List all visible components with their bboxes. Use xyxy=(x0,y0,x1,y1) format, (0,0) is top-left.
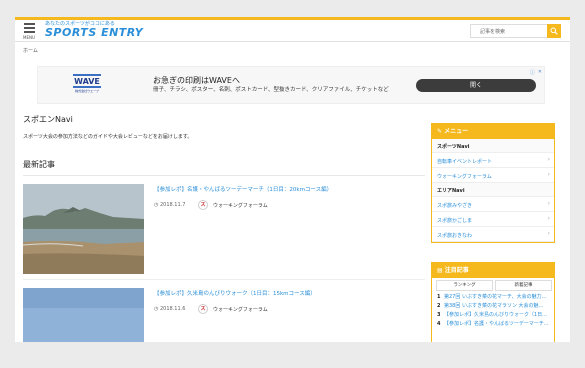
section-description: スポーツ大会の参加方法などのガイドや大会レビューなどをお届けします。 xyxy=(23,134,193,140)
site-name: SPORTS ENTRY xyxy=(45,26,144,39)
ad-logo-sub: 株式会社ウエーブ xyxy=(75,89,99,93)
ad-logo: WAVE 株式会社ウエーブ xyxy=(73,74,101,98)
article-title[interactable]: 【参加レポ】名護・やんばるツーデーマーチ（1日目：20kmコース編） xyxy=(154,185,424,193)
article-date-text: 2018.11.7 xyxy=(159,202,186,208)
ad-logo-text: WAVE xyxy=(74,77,100,86)
category-icon: ス xyxy=(198,304,208,314)
popular-rank: 3 xyxy=(437,312,441,318)
hamburger-icon-bar xyxy=(23,27,35,29)
chevron-right-icon: › xyxy=(547,156,550,163)
site-logo[interactable]: あなたのスポーツがココにある SPORTS ENTRY xyxy=(45,21,175,41)
sidebar-link-label: スポ旅みやざき xyxy=(437,203,473,209)
category-icon: ス xyxy=(198,200,208,210)
article-category[interactable]: ウォーキングフォーラム xyxy=(213,306,268,313)
article-date-text: 2018.11.6 xyxy=(159,306,186,312)
article-title[interactable]: 【参加レポ】久米島のんびりウォーク（1日目：15kmコース編） xyxy=(154,289,424,297)
tab-new-articles[interactable]: 新着記事 xyxy=(495,280,552,291)
ad-close-icon[interactable]: ✕ xyxy=(538,69,542,75)
hamburger-menu-button[interactable]: MENU xyxy=(22,22,36,40)
ad-banner[interactable]: WAVE 株式会社ウエーブ お急ぎの印刷はWAVEへ 冊子、チラシ、ポスター、名… xyxy=(37,66,545,104)
popular-rank: 2 xyxy=(437,303,441,309)
article-thumbnail[interactable] xyxy=(23,184,144,274)
sidebar-group-label: エリアNavi xyxy=(432,183,554,197)
article-card[interactable]: 【参加レポ】名護・やんばるツーデーマーチ（1日目：20kmコース編） ◷ 201… xyxy=(23,176,425,280)
sidebar-link[interactable]: スポ旅みやざき › xyxy=(432,197,554,212)
sidebar-link-label: ウォーキングフォーラム xyxy=(437,174,492,180)
ad-info-icon[interactable]: ⓘ xyxy=(530,69,535,76)
sidebar-menu: ✎ メニュー スポーツNavi 自転車イベントレポート › ウォーキングフォーラム… xyxy=(431,123,555,243)
popular-item[interactable]: 3 【参加レポ】久米島のんびりウォーク（1日... xyxy=(432,311,554,320)
ad-open-button[interactable]: 開く xyxy=(416,79,536,92)
hamburger-icon xyxy=(23,23,35,25)
sidebar-link[interactable]: スポ旅かごしま › xyxy=(432,212,554,227)
list-icon: ▤ xyxy=(437,267,445,274)
popular-rank: 1 xyxy=(437,294,441,300)
chevron-right-icon: › xyxy=(547,230,550,237)
hamburger-icon-bar xyxy=(23,31,35,33)
popular-item[interactable]: 2 第38回 いぶすき菜の花マラソン 大会の魅... xyxy=(432,302,554,311)
sidebar-menu-header: ✎ メニュー xyxy=(432,124,554,139)
sidebar-link[interactable]: 自転車イベントレポート › xyxy=(432,153,554,168)
chevron-right-icon: › xyxy=(547,171,550,178)
article-date: ◷ 2018.11.6 xyxy=(154,306,185,312)
sidebar-link[interactable]: ウォーキングフォーラム › xyxy=(432,168,554,183)
popular-item-title: 第38回 いぶすき菜の花マラソン 大会の魅... xyxy=(444,303,544,309)
popular-item-title: 【参加レポ】久米島のんびりウォーク（1日... xyxy=(444,312,547,318)
section-title: スポエンNavi xyxy=(23,115,73,124)
popular-tabs: ランキング 新着記事 xyxy=(436,280,552,293)
sidebar-link[interactable]: スポ旅おきなわ › xyxy=(432,227,554,242)
sidebar-link-label: スポ旅おきなわ xyxy=(437,233,473,239)
search-button[interactable] xyxy=(547,24,561,38)
main-content: スポエンNavi スポーツ大会の参加方法などのガイドや大会レビューなどをお届けし… xyxy=(23,114,425,342)
sidebar-menu-title: メニュー xyxy=(444,128,469,135)
sidebar-link-label: 自転車イベントレポート xyxy=(437,159,493,165)
ad-title: お急ぎの印刷はWAVEへ xyxy=(153,76,240,85)
menu-label: MENU xyxy=(23,35,35,40)
popular-item-title: 【参加レポ】名護・やんばるツーデーマーチ... xyxy=(444,321,549,327)
site-header: MENU あなたのスポーツがココにある SPORTS ENTRY 記事を検索 xyxy=(15,20,570,42)
article-category[interactable]: ウォーキングフォーラム xyxy=(213,202,268,209)
popular-header: ▤ 注目記事 xyxy=(432,263,554,278)
search-input[interactable]: 記事を検索 xyxy=(470,24,558,38)
chevron-right-icon: › xyxy=(547,200,550,207)
article-thumbnail[interactable] xyxy=(23,288,144,342)
popular-item[interactable]: 4 【参加レポ】名護・やんばるツーデーマーチ... xyxy=(432,320,554,329)
sidebar-link-label: スポ旅かごしま xyxy=(437,218,473,224)
popular-rank: 4 xyxy=(437,321,441,327)
sidebar-group-label: スポーツNavi xyxy=(432,139,554,153)
popular-item[interactable]: 1 第27回 いぶすき菜の花マーチ、大会の魅力... xyxy=(432,293,554,302)
tab-ranking[interactable]: ランキング xyxy=(436,280,493,291)
article-date: ◷ 2018.11.7 xyxy=(154,202,185,208)
popular-item-title: 第27回 いぶすき菜の花マーチ、大会の魅力... xyxy=(444,294,547,300)
chevron-right-icon: › xyxy=(547,215,550,222)
latest-articles-title: 最新記事 xyxy=(23,160,55,169)
popular-title: 注目記事 xyxy=(444,267,469,274)
breadcrumb[interactable]: ホーム xyxy=(23,47,38,54)
page: MENU あなたのスポーツがココにある SPORTS ENTRY 記事を検索 ホ… xyxy=(15,17,570,342)
popular-articles: ▤ 注目記事 ランキング 新着記事 1 第27回 いぶすき菜の花マーチ、大会の魅力… xyxy=(431,262,555,342)
ad-description: 冊子、チラシ、ポスター、名刺、ポストカード、型抜きカード、クリアファイル、チケッ… xyxy=(153,87,389,93)
search-icon xyxy=(550,27,558,35)
article-card[interactable]: 【参加レポ】久米島のんびりウォーク（1日目：15kmコース編） ◷ 2018.1… xyxy=(23,280,425,342)
